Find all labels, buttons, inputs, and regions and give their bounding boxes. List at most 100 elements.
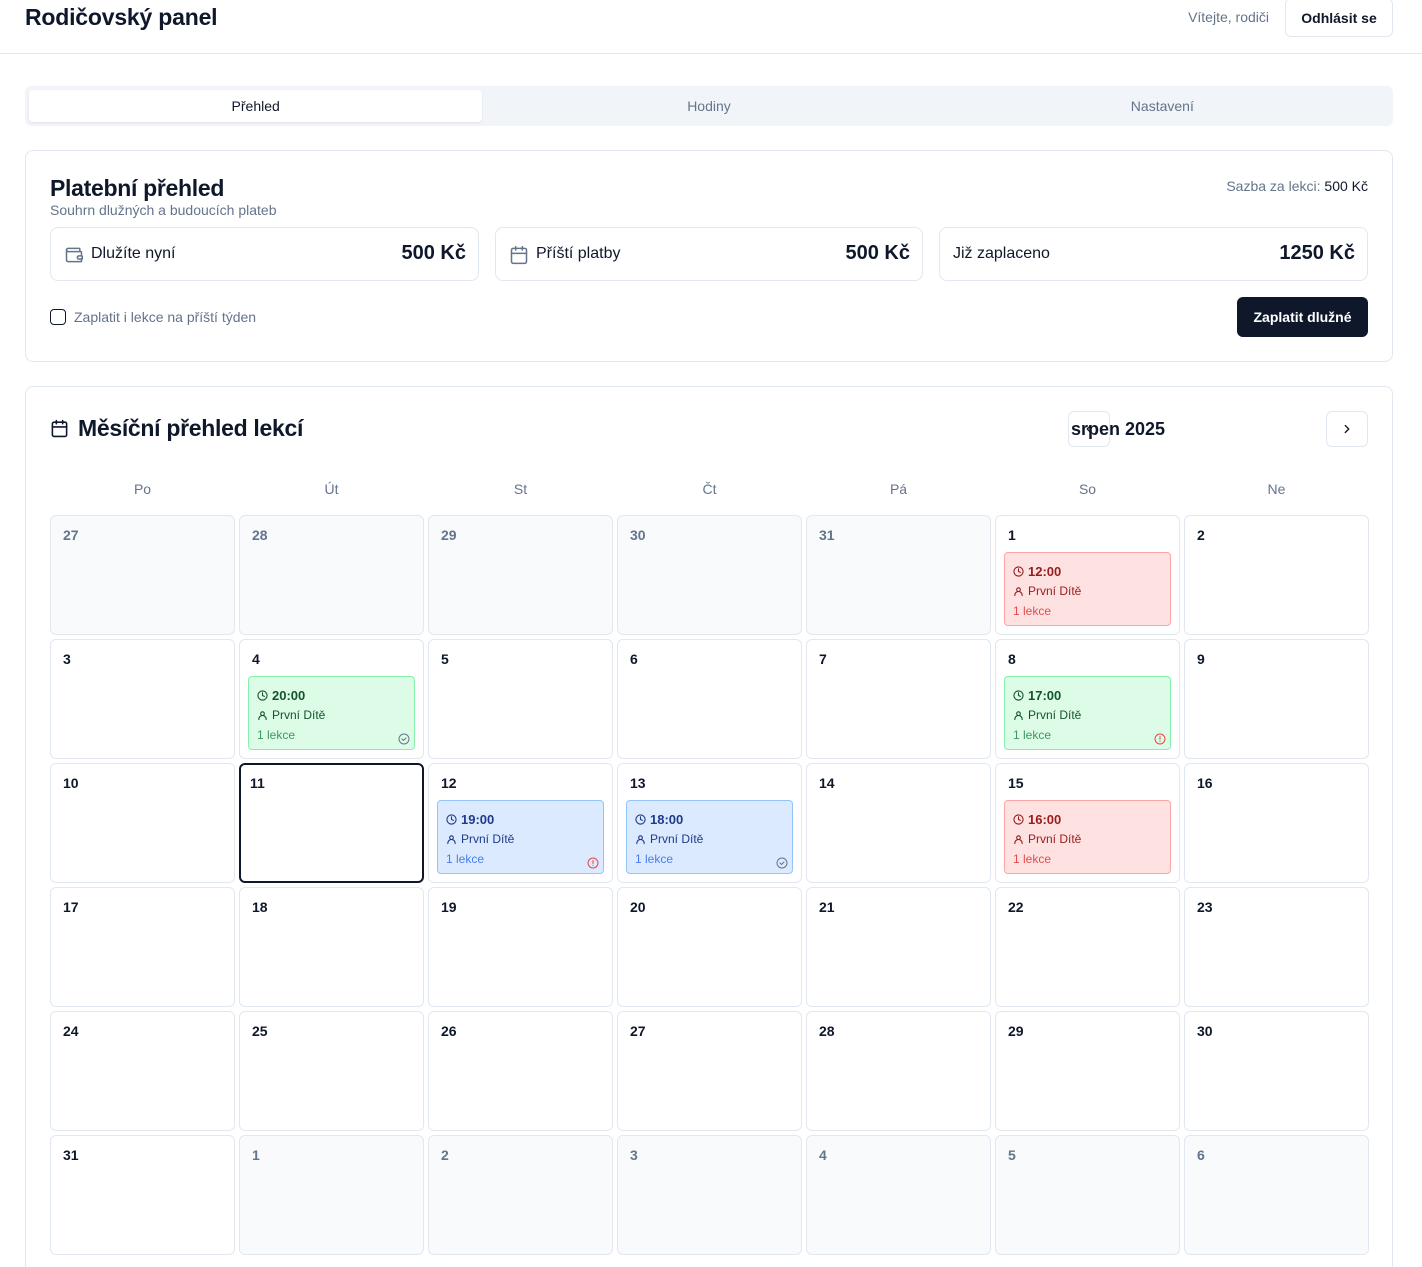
calendar-day[interactable]: 1 — [239, 1135, 424, 1255]
day-number: 10 — [63, 775, 79, 791]
calendar-day[interactable]: 20 — [617, 887, 802, 1007]
calendar-day[interactable]: 25 — [239, 1011, 424, 1131]
payment-subtitle: Souhrn dlužných a budoucích plateb — [50, 202, 277, 218]
day-number: 8 — [1008, 651, 1016, 667]
calendar-day[interactable]: 31 — [806, 515, 991, 635]
weekday-label: Pá — [889, 481, 908, 497]
lesson-child: První Dítě — [461, 832, 515, 846]
calendar-day[interactable]: 29 — [995, 1011, 1180, 1131]
logout-button[interactable]: Odhlásit se — [1285, 0, 1393, 37]
tab-settings[interactable]: Nastavení — [936, 90, 1389, 122]
calendar-day[interactable]: 4 — [806, 1135, 991, 1255]
day-number: 23 — [1197, 899, 1213, 915]
payment-overview-card: Platební přehled Souhrn dlužných a budou… — [25, 150, 1393, 362]
tab-lessons[interactable]: Hodiny — [482, 90, 935, 122]
calendar-day[interactable]: 14 — [806, 763, 991, 883]
user-icon — [1014, 710, 1023, 720]
calendar-day[interactable]: 29 — [428, 515, 613, 635]
lesson-event[interactable]: 20:00 První Dítě 1 lekce — [248, 676, 415, 750]
day-number: 26 — [441, 1023, 457, 1039]
calendar-day[interactable]: 3 — [50, 639, 235, 759]
lesson-event[interactable]: 16:00 První Dítě 1 lekce — [1004, 800, 1171, 874]
calendar-day[interactable]: 12 19:00 První Dítě 1 lekce — [428, 763, 613, 883]
calendar-day[interactable]: 8 17:00 První Dítě 1 lekce — [995, 639, 1180, 759]
stat-paid-value: 1250 Kč — [1279, 242, 1355, 264]
lesson-child: První Dítě — [1028, 584, 1082, 598]
calendar-day[interactable]: 19 — [428, 887, 613, 1007]
calendar-day[interactable]: 27 — [50, 515, 235, 635]
lesson-event[interactable]: 19:00 První Dítě 1 lekce — [437, 800, 604, 874]
stat-upcoming-value: 500 Kč — [845, 242, 911, 264]
lesson-time: 12:00 — [1028, 563, 1062, 579]
calendar-day[interactable]: 18 — [239, 887, 424, 1007]
calendar-day[interactable]: 2 — [1184, 515, 1369, 635]
calendar-day[interactable]: 31 — [50, 1135, 235, 1255]
calendar-day[interactable]: 5 — [995, 1135, 1180, 1255]
day-number: 27 — [63, 527, 79, 543]
next-month-button[interactable] — [1326, 411, 1368, 447]
day-number: 2 — [441, 1147, 449, 1163]
lesson-time-row: 12:00 — [1013, 561, 1162, 581]
calendar-day[interactable]: 2 — [428, 1135, 613, 1255]
calendar-day[interactable]: 15 16:00 První Dítě 1 lekce — [995, 763, 1180, 883]
weekday-label: Út — [324, 481, 339, 497]
lesson-event[interactable]: 12:00 První Dítě 1 lekce — [1004, 552, 1171, 626]
calendar-day[interactable]: 6 — [617, 639, 802, 759]
day-number: 28 — [252, 527, 268, 543]
calendar-day[interactable]: 30 — [1184, 1011, 1369, 1131]
lesson-time: 19:00 — [461, 811, 495, 827]
calendar-day[interactable]: 3 — [617, 1135, 802, 1255]
calendar-day-today[interactable]: 11 — [239, 763, 424, 883]
calendar-title: Měsíční přehled lekcí — [78, 415, 304, 441]
pay-next-week-label[interactable]: Zaplatit i lekce na příští týden — [74, 309, 256, 325]
page-title: Rodičovský panel — [25, 4, 218, 30]
day-number: 4 — [819, 1147, 827, 1163]
day-number: 29 — [441, 527, 457, 543]
stat-owed-now-value: 500 Kč — [401, 242, 467, 264]
pay-owed-button[interactable]: Zaplatit dlužné — [1237, 297, 1368, 337]
calendar-day[interactable]: 6 — [1184, 1135, 1369, 1255]
lesson-time-row: 19:00 — [446, 809, 595, 829]
lesson-event[interactable]: 17:00 První Dítě 1 lekce — [1004, 676, 1171, 750]
calendar-day[interactable]: 21 — [806, 887, 991, 1007]
calendar-day[interactable]: 9 — [1184, 639, 1369, 759]
lesson-child-row: První Dítě — [446, 829, 595, 849]
calendar-day[interactable]: 10 — [50, 763, 235, 883]
lesson-rate-label: Sazba za lekci: — [1226, 178, 1321, 194]
status-completed-icon — [398, 733, 410, 745]
lesson-count-row: 1 lekce — [446, 849, 595, 869]
calendar-day[interactable]: 7 — [806, 639, 991, 759]
calendar-day[interactable]: 13 18:00 První Dítě 1 lekce — [617, 763, 802, 883]
calendar-day[interactable]: 23 — [1184, 887, 1369, 1007]
day-number: 31 — [819, 527, 835, 543]
day-number: 17 — [63, 899, 79, 915]
calendar-day[interactable]: 28 — [239, 515, 424, 635]
tab-overview[interactable]: Přehled — [29, 90, 483, 122]
calendar-day[interactable]: 1 12:00 První Dítě 1 lekce — [995, 515, 1180, 635]
calendar-day[interactable]: 16 — [1184, 763, 1369, 883]
day-number: 28 — [819, 1023, 835, 1039]
calendar-day[interactable]: 27 — [617, 1011, 802, 1131]
lesson-time-row: 20:00 — [257, 685, 406, 705]
calendar-day[interactable]: 5 — [428, 639, 613, 759]
calendar-day[interactable]: 22 — [995, 887, 1180, 1007]
calendar-day[interactable]: 30 — [617, 515, 802, 635]
calendar-day[interactable]: 28 — [806, 1011, 991, 1131]
pay-next-week-checkbox[interactable] — [50, 309, 66, 325]
day-number: 24 — [63, 1023, 79, 1039]
day-number: 2 — [1197, 527, 1205, 543]
lesson-count: 1 lekce — [446, 852, 485, 866]
calendar-day[interactable]: 4 20:00 První Dítě 1 lekce — [239, 639, 424, 759]
calendar-day[interactable]: 26 — [428, 1011, 613, 1131]
lesson-child: První Dítě — [1028, 832, 1082, 846]
calendar-day[interactable]: 17 — [50, 887, 235, 1007]
day-number: 21 — [819, 899, 835, 915]
day-number: 7 — [819, 651, 827, 667]
lesson-event[interactable]: 18:00 První Dítě 1 lekce — [626, 800, 793, 874]
calendar-day[interactable]: 24 — [50, 1011, 235, 1131]
lesson-count-row: 1 lekce — [1013, 725, 1162, 745]
lesson-count-row: 1 lekce — [257, 725, 406, 745]
lesson-time-row: 18:00 — [635, 809, 784, 829]
day-number: 11 — [250, 775, 265, 791]
lesson-rate-value: 500 Kč — [1324, 178, 1368, 194]
